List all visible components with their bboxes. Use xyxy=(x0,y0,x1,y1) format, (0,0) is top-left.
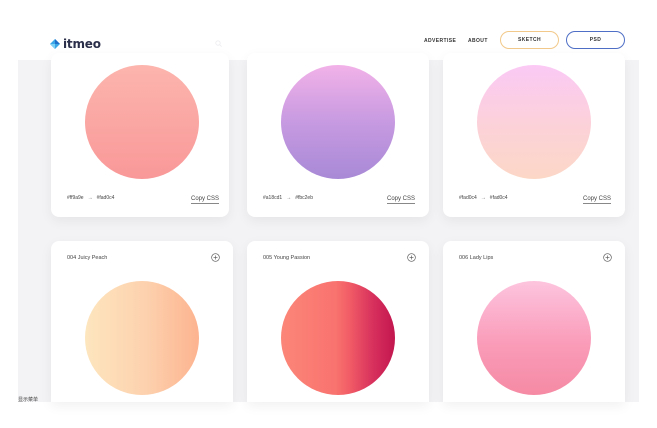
gradient-card-5: 005 Young Passion xyxy=(247,241,429,402)
gradient-swatch xyxy=(85,65,199,179)
card-title: 004 Juicy Peach xyxy=(67,255,108,261)
nav-advertise[interactable]: ADVERTISE xyxy=(424,38,456,44)
gradient-swatch xyxy=(85,281,199,395)
copy-css-link[interactable]: Copy CSS xyxy=(387,196,416,204)
card-title: 005 Young Passion xyxy=(263,255,311,261)
gradient-card-2: #a18cd1 → #fbc2eb Copy CSS xyxy=(247,53,429,217)
gradient-card-4: 004 Juicy Peach xyxy=(51,241,233,402)
search-area[interactable] xyxy=(215,40,222,49)
sketch-button-label: SKETCH xyxy=(518,37,541,43)
gradient-colors: #a18cd1 → #fbc2eb xyxy=(263,195,313,201)
add-icon[interactable] xyxy=(211,253,220,262)
gradient-colors: #ff9a9e → #fad0c4 xyxy=(67,195,115,201)
search-icon xyxy=(215,40,222,47)
gradient-swatch xyxy=(281,65,395,179)
copy-css-link[interactable]: Copy CSS xyxy=(191,196,220,204)
gradient-swatch xyxy=(477,281,591,395)
psd-button[interactable]: PSD xyxy=(566,31,625,49)
logo-icon xyxy=(50,39,60,49)
footer-note[interactable]: 显示菜单 xyxy=(18,396,38,403)
gradient-colors: #fad0c4 → #fad0c4 xyxy=(459,195,508,201)
gradient-swatch xyxy=(281,281,395,395)
gradient-card-6: 006 Lady Lips xyxy=(443,241,625,402)
logo-text: itmeo xyxy=(63,37,101,51)
nav-about[interactable]: ABOUT xyxy=(468,38,488,44)
add-icon[interactable] xyxy=(603,253,612,262)
gradient-card-3: #fad0c4 → #fad0c4 Copy CSS xyxy=(443,53,625,217)
card-title: 006 Lady Lips xyxy=(459,255,494,261)
logo[interactable]: itmeo xyxy=(50,37,101,51)
add-icon[interactable] xyxy=(407,253,416,262)
gradient-card-1: #ff9a9e → #fad0c4 Copy CSS xyxy=(51,53,229,217)
psd-button-label: PSD xyxy=(589,37,602,43)
gradient-swatch xyxy=(477,65,591,179)
copy-css-link[interactable]: Copy CSS xyxy=(583,196,612,204)
sketch-button[interactable]: SKETCH xyxy=(500,31,559,49)
